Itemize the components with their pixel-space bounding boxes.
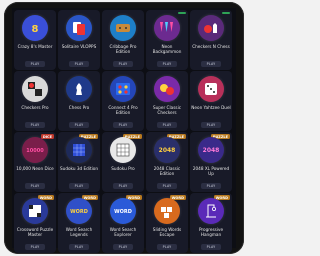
tiles-2048-icon[interactable]: 2048 <box>154 137 180 163</box>
game-card[interactable]: Neon Backgammon PLAY <box>146 10 188 70</box>
word-explorer-icon[interactable]: WORD <box>110 198 136 224</box>
svg-text:WORD: WORD <box>70 209 88 215</box>
game-library-screen: 8 Crazy 8's Master PLAY Solitaire VLOPPS PLA… <box>12 8 236 253</box>
chess-icon[interactable] <box>66 76 92 102</box>
crossword-icon[interactable] <box>22 198 48 224</box>
game-card[interactable]: Cribbage Pro Edition PLAY <box>102 10 144 70</box>
play-button[interactable]: PLAY <box>25 122 45 128</box>
game-card[interactable]: Super Classic Checkers PLAY <box>146 71 188 131</box>
play-button[interactable]: PLAY <box>69 61 89 67</box>
sudoku-3d-icon[interactable] <box>66 137 92 163</box>
game-card[interactable]: Checkers Pro PLAY <box>14 71 56 131</box>
play-button[interactable]: PLAY <box>201 244 221 250</box>
game-title: Checkers N Chess <box>192 44 230 49</box>
play-button[interactable]: PLAY <box>157 122 177 128</box>
game-card[interactable]: PUZZLE Sudoku Pro PLAY <box>102 132 144 192</box>
play-button[interactable]: PLAY <box>25 244 45 250</box>
game-card[interactable]: WORD WORD Word Search Legends PLAY <box>58 193 100 253</box>
tablet-frame: 8 Crazy 8's Master PLAY Solitaire VLOPPS PLA… <box>4 2 244 254</box>
play-button[interactable]: PLAY <box>157 61 177 67</box>
play-button[interactable]: PLAY <box>201 183 221 189</box>
game-title: Crossword Puzzle Master <box>16 227 54 237</box>
game-card[interactable]: Solitaire VLOPPS PLAY <box>58 10 100 70</box>
svg-text:2048: 2048 <box>203 147 220 154</box>
play-button[interactable]: PLAY <box>69 244 89 250</box>
game-card[interactable]: PUZZLE 2048 2048 Classic Edition PLAY <box>146 132 188 192</box>
game-card[interactable]: DICE 10000 10,000 Neon Dice PLAY <box>14 132 56 192</box>
play-button[interactable]: PLAY <box>201 122 221 128</box>
play-button[interactable]: PLAY <box>69 183 89 189</box>
play-button[interactable]: PLAY <box>157 183 177 189</box>
word-search-icon[interactable]: WORD <box>66 198 92 224</box>
game-title: Crazy 8's Master <box>17 44 53 49</box>
game-title: 2048 XL Powered Up <box>192 166 230 176</box>
play-button[interactable]: PLAY <box>25 61 45 67</box>
game-title: Word Search Legends <box>65 227 93 237</box>
game-title: Sudoku Pro <box>111 166 135 171</box>
game-grid: 8 Crazy 8's Master PLAY Solitaire VLOPPS PLA… <box>14 10 232 253</box>
game-card[interactable]: WORD Progressive Hangman PLAY <box>190 193 232 253</box>
sudoku-icon[interactable] <box>110 137 136 163</box>
game-title: Neon Yahtzee Duel <box>191 105 231 110</box>
game-title: Solitaire VLOPPS <box>61 44 97 49</box>
game-title: Super Classic Checkers <box>152 105 182 115</box>
game-title: 10,000 Neon Dice <box>16 166 54 171</box>
play-button[interactable]: PLAY <box>113 61 133 67</box>
solitaire-icon[interactable] <box>66 15 92 41</box>
svg-text:10000: 10000 <box>26 148 44 154</box>
status-indicator <box>222 12 230 14</box>
svg-text:2048: 2048 <box>159 147 176 154</box>
neon-dice-icon[interactable]: 10000 <box>22 137 48 163</box>
checkers-icon[interactable] <box>22 76 48 102</box>
play-button[interactable]: PLAY <box>113 183 133 189</box>
game-title: 2048 Classic Edition <box>153 166 181 176</box>
status-indicator <box>178 12 186 14</box>
game-card[interactable]: Neon Yahtzee Duel PLAY <box>190 71 232 131</box>
dice-icon[interactable] <box>198 76 224 102</box>
game-card[interactable]: Checkers N Chess PLAY <box>190 10 232 70</box>
game-title: Progressive Hangman <box>198 227 224 237</box>
checkers-chess-icon[interactable] <box>198 15 224 41</box>
play-button[interactable]: PLAY <box>157 244 177 250</box>
game-title: Neon Backgammon <box>152 44 182 54</box>
game-title: Cribbage Pro Edition <box>109 44 137 54</box>
cribbage-icon[interactable] <box>110 15 136 41</box>
play-button[interactable]: PLAY <box>113 122 133 128</box>
connect-four-icon[interactable] <box>110 76 136 102</box>
play-button[interactable]: PLAY <box>113 244 133 250</box>
game-card[interactable]: PUZZLE Sudoku 3d Edition PLAY <box>58 132 100 192</box>
svg-text:8: 8 <box>32 24 39 35</box>
super-checkers-icon[interactable] <box>154 76 180 102</box>
hangman-icon[interactable] <box>198 198 224 224</box>
tiles-2048-xl-icon[interactable]: 2048 <box>198 137 224 163</box>
game-card[interactable]: Chess Pro PLAY <box>58 71 100 131</box>
play-button[interactable]: PLAY <box>201 61 221 67</box>
game-title: Word Search Explorer <box>109 227 137 237</box>
game-title: Sudoku 3d Edition <box>60 166 98 171</box>
game-title: Sliding Words Escape <box>152 227 182 237</box>
game-card[interactable]: WORD Sliding Words Escape PLAY <box>146 193 188 253</box>
crazy-eights-icon[interactable]: 8 <box>22 15 48 41</box>
game-title: Connect 4 Pro Edition <box>108 105 138 115</box>
play-button[interactable]: PLAY <box>69 122 89 128</box>
game-card[interactable]: 8 Crazy 8's Master PLAY <box>14 10 56 70</box>
backgammon-icon[interactable] <box>154 15 180 41</box>
game-card[interactable]: PUZZLE 2048 2048 XL Powered Up PLAY <box>190 132 232 192</box>
game-card[interactable]: WORD WORD Word Search Explorer PLAY <box>102 193 144 253</box>
sliding-words-icon[interactable] <box>154 198 180 224</box>
play-button[interactable]: PLAY <box>25 183 45 189</box>
game-title: Checkers Pro <box>21 105 49 110</box>
game-title: Chess Pro <box>68 105 90 110</box>
game-card[interactable]: WORD Crossword Puzzle Master PLAY <box>14 193 56 253</box>
game-card[interactable]: Connect 4 Pro Edition PLAY <box>102 71 144 131</box>
svg-text:WORD: WORD <box>114 209 132 215</box>
